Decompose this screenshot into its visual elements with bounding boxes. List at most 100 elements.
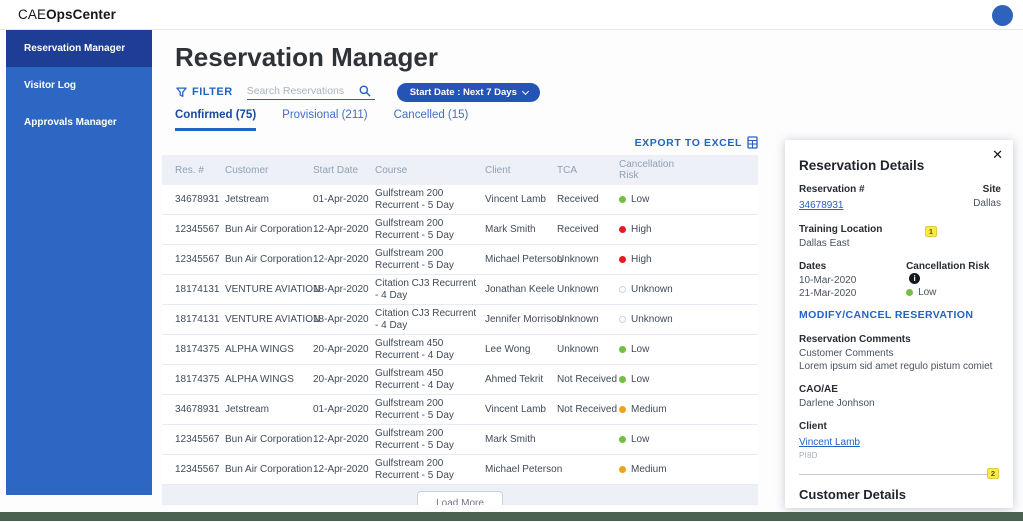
start-date-filter-dropdown[interactable]: Start Date : Next 7 Days — [397, 83, 540, 102]
comments-label: Reservation Comments — [799, 334, 1001, 345]
panel-title: Reservation Details — [799, 158, 1001, 173]
cell-start-date: 18-Apr-2020 — [313, 284, 375, 295]
cell-client: Mark Smith — [485, 224, 557, 235]
client-link[interactable]: Vincent Lamb — [799, 437, 860, 448]
cell-client: Lee Wong — [485, 344, 557, 355]
table-row[interactable]: 18174375 ALPHA WINGS 20-Apr-2020 Gulfstr… — [162, 365, 758, 395]
cell-tca: Not Received — [557, 374, 619, 385]
tab[interactable]: Cancelled (15) — [394, 109, 469, 131]
cell-start-date: 12-Apr-2020 — [313, 254, 375, 265]
column-header: Res. # — [175, 165, 225, 176]
table-row[interactable]: 34678931 Jetstream 01-Apr-2020 Gulfstrea… — [162, 185, 758, 215]
risk-dot-icon — [619, 406, 626, 413]
cell-cancellation-risk: Low — [619, 344, 745, 355]
cell-start-date: 20-Apr-2020 — [313, 374, 375, 385]
cell-reservation-number: 12345567 — [175, 434, 225, 445]
reservation-number-label: Reservation # — [799, 184, 865, 195]
filter-label: FILTER — [192, 86, 233, 98]
funnel-icon — [176, 87, 187, 98]
table-row[interactable]: 12345567 Bun Air Corporation 12-Apr-2020… — [162, 245, 758, 275]
table-row[interactable]: 12345567 Bun Air Corporation 12-Apr-2020… — [162, 215, 758, 245]
reservation-comments-block: Reservation Comments Customer Comments L… — [799, 334, 1001, 373]
reservation-number-link[interactable]: 34678931 — [799, 200, 844, 211]
tab-label: Confirmed (75) — [175, 109, 256, 121]
table-row[interactable]: 18174131 VENTURE AVIATION 18-Apr-2020 Ci… — [162, 305, 758, 335]
brand-prefix: CAE — [18, 7, 46, 22]
cell-cancellation-risk: Low — [619, 374, 745, 385]
risk-label: Low — [631, 374, 649, 385]
cell-reservation-number: 18174375 — [175, 374, 225, 385]
risk-dot-icon — [619, 196, 626, 203]
cell-client: Vincent Lamb — [485, 194, 557, 205]
tab[interactable]: Confirmed (75) — [175, 109, 256, 131]
cell-customer: VENTURE AVIATION — [225, 314, 313, 325]
cell-course: Gulfstream 200 Recurrent - 5 Day — [375, 188, 485, 211]
search-input[interactable] — [247, 85, 359, 97]
table-row[interactable]: 12345567 Bun Air Corporation 12-Apr-2020… — [162, 425, 758, 455]
cell-client: Ahmed Tekrit — [485, 374, 557, 385]
top-header: CAEOpsCenter — [0, 0, 1023, 30]
search-icon[interactable] — [359, 85, 371, 97]
cell-client: Michael Peterson — [485, 254, 557, 265]
cell-course: Gulfstream 450 Recurrent - 4 Day — [375, 368, 485, 391]
filter-toolbar: FILTER Start Date : Next 7 Days — [176, 82, 540, 102]
export-to-excel-button[interactable]: EXPORT TO EXCEL — [635, 136, 758, 149]
risk-dot-icon — [619, 376, 626, 383]
table-row[interactable]: 34678931 Jetstream 01-Apr-2020 Gulfstrea… — [162, 395, 758, 425]
cell-start-date: 20-Apr-2020 — [313, 344, 375, 355]
cell-tca: Received — [557, 224, 619, 235]
start-date-filter-label: Start Date : Next 7 Days — [410, 87, 517, 98]
cell-start-date: 12-Apr-2020 — [313, 434, 375, 445]
sidebar-item[interactable]: Approvals Manager — [6, 104, 152, 141]
section-divider: 2 — [799, 474, 999, 475]
info-icon[interactable] — [909, 273, 920, 284]
cancellation-risk-block: Cancellation Risk Low — [906, 261, 1001, 300]
cancellation-risk-label: Cancellation Risk — [906, 261, 1001, 284]
filter-button[interactable]: FILTER — [176, 86, 233, 98]
risk-label: Unknown — [631, 284, 673, 295]
user-avatar[interactable] — [992, 5, 1013, 26]
table-row[interactable]: 12345567 Bun Air Corporation 12-Apr-2020… — [162, 455, 758, 485]
risk-dot-icon — [619, 466, 626, 473]
table-row[interactable]: 18174375 ALPHA WINGS 20-Apr-2020 Gulfstr… — [162, 335, 758, 365]
cao-value: Darlene Jonhson — [799, 397, 1001, 410]
page-title: Reservation Manager — [175, 42, 438, 73]
sidebar-item-label: Approvals Manager — [24, 117, 117, 128]
modify-cancel-reservation-link[interactable]: MODIFY/CANCEL RESERVATION — [799, 309, 1001, 321]
cell-course: Gulfstream 200 Recurrent - 5 Day — [375, 218, 485, 241]
risk-dot-icon — [619, 226, 626, 233]
app-window: CAEOpsCenter Reservation Manager Visitor… — [0, 0, 1023, 522]
cell-reservation-number: 12345567 — [175, 464, 225, 475]
cell-tca: Received — [557, 194, 619, 205]
cell-reservation-number: 34678931 — [175, 404, 225, 415]
column-header: Customer — [225, 165, 313, 176]
customer-details-title: Customer Details — [799, 487, 1001, 502]
dates-label: Dates — [799, 261, 856, 272]
cell-cancellation-risk: High — [619, 224, 745, 235]
sidebar-item[interactable]: Reservation Manager — [6, 30, 152, 67]
cell-tca: Not Received — [557, 404, 619, 415]
table-row[interactable]: 18174131 VENTURE AVIATION 18-Apr-2020 Ci… — [162, 275, 758, 305]
close-icon[interactable] — [992, 147, 1003, 163]
annotation-badge-2: 2 — [987, 468, 999, 479]
cell-start-date: 01-Apr-2020 — [313, 194, 375, 205]
cell-customer: ALPHA WINGS — [225, 344, 313, 355]
risk-label: High — [631, 224, 652, 235]
date-from: 10-Mar-2020 — [799, 274, 856, 287]
tab[interactable]: Provisional (211) — [282, 109, 367, 131]
load-more-container: Load More — [162, 491, 758, 505]
cell-course: Gulfstream 200 Recurrent - 5 Day — [375, 458, 485, 481]
risk-dot-icon — [619, 436, 626, 443]
sidebar-item[interactable]: Visitor Log — [6, 67, 152, 104]
cell-course: Citation CJ3 Recurrent - 4 Day — [375, 278, 485, 301]
cell-start-date: 01-Apr-2020 — [313, 404, 375, 415]
training-location-block: Training Location Dallas East — [799, 224, 1001, 250]
cell-tca: Unknown — [557, 344, 619, 355]
tab-label: Provisional (211) — [282, 109, 367, 121]
app-logo: CAEOpsCenter — [18, 7, 116, 22]
cell-reservation-number: 18174131 — [175, 314, 225, 325]
load-more-button[interactable]: Load More — [417, 491, 503, 505]
cell-client: Jonathan Keele — [485, 284, 557, 295]
cell-cancellation-risk: Low — [619, 434, 745, 445]
cell-customer: Bun Air Corporation — [225, 434, 313, 445]
